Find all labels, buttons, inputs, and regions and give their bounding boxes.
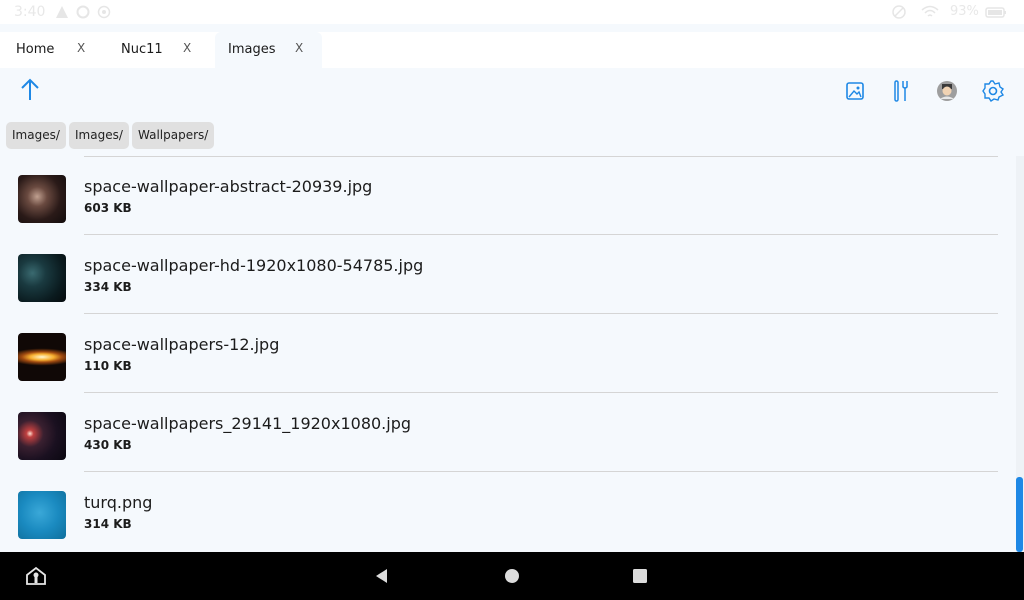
status-bar: 3:40 93%	[0, 0, 1024, 24]
scrollbar[interactable]	[1016, 156, 1024, 552]
tab-images[interactable]: Images X	[215, 32, 322, 68]
battery-icon	[985, 7, 1006, 18]
thumbnail-planet	[18, 412, 66, 460]
thumbnail-abstract	[18, 175, 66, 223]
tab-close-button[interactable]: X	[295, 41, 303, 55]
file-name: space-wallpaper-abstract-20939.jpg	[84, 177, 373, 196]
list-item[interactable]: turq.png 314 KB	[0, 472, 1016, 551]
file-name: space-wallpaper-hd-1920x1080-54785.jpg	[84, 256, 424, 275]
file-size: 334 KB	[84, 280, 132, 294]
wifi-icon	[921, 5, 939, 17]
app-icon[interactable]	[24, 564, 48, 588]
battery-percent: 93%	[950, 4, 979, 19]
tab-label: Nuc11	[121, 42, 163, 57]
alert-icon	[56, 6, 68, 18]
gear-status-icon	[76, 5, 90, 19]
avatar-icon[interactable]	[933, 77, 961, 105]
breadcrumb-item[interactable]: Images/	[69, 122, 129, 149]
scrollbar-thumb[interactable]	[1016, 477, 1023, 552]
status-time: 3:40	[14, 4, 46, 20]
list-item[interactable]: space-wallpapers-12.jpg 110 KB	[0, 314, 1016, 393]
list-item[interactable]: space-wallpaper-abstract-20939.jpg 603 K…	[0, 156, 1016, 235]
tools-icon[interactable]	[887, 77, 915, 105]
file-name: space-wallpapers-12.jpg	[84, 335, 280, 354]
file-name: space-wallpapers_29141_1920x1080.jpg	[84, 414, 412, 433]
thumbnail-turq	[18, 491, 66, 539]
tab-close-button[interactable]: X	[77, 41, 85, 55]
list-item[interactable]: space-wallpapers_29141_1920x1080.jpg 430…	[0, 393, 1016, 472]
tab-nuc11[interactable]: Nuc11 X	[106, 32, 214, 68]
thumbnail-hd	[18, 254, 66, 302]
file-size: 603 KB	[84, 201, 132, 215]
back-icon[interactable]	[374, 568, 390, 584]
image-icon[interactable]	[841, 77, 869, 105]
breadcrumb-item[interactable]: Images/	[6, 122, 66, 149]
home-icon[interactable]	[504, 568, 520, 584]
file-size: 430 KB	[84, 438, 132, 452]
toolbar	[0, 68, 1024, 116]
tab-label: Images	[228, 42, 276, 57]
tab-close-button[interactable]: X	[183, 41, 191, 55]
file-list: space-wallpaper-abstract-20939.jpg 603 K…	[0, 156, 1016, 552]
file-size: 314 KB	[84, 517, 132, 531]
file-name: turq.png	[84, 493, 153, 512]
recents-icon[interactable]	[632, 568, 648, 584]
thumbnail-sunrise	[18, 333, 66, 381]
list-item[interactable]: space-wallpaper-hd-1920x1080-54785.jpg 3…	[0, 235, 1016, 314]
tab-home[interactable]: Home X	[0, 32, 106, 68]
sync-status-icon	[97, 5, 111, 19]
tab-label: Home	[16, 42, 55, 57]
arrow-up-icon[interactable]	[16, 76, 44, 104]
gear-icon[interactable]	[979, 77, 1007, 105]
file-size: 110 KB	[84, 359, 132, 373]
breadcrumb-item[interactable]: Wallpapers/	[132, 122, 215, 149]
navigation-bar	[0, 552, 1024, 600]
dnd-icon	[892, 5, 906, 19]
tab-bar: Home X Nuc11 X Images X	[0, 32, 1024, 68]
